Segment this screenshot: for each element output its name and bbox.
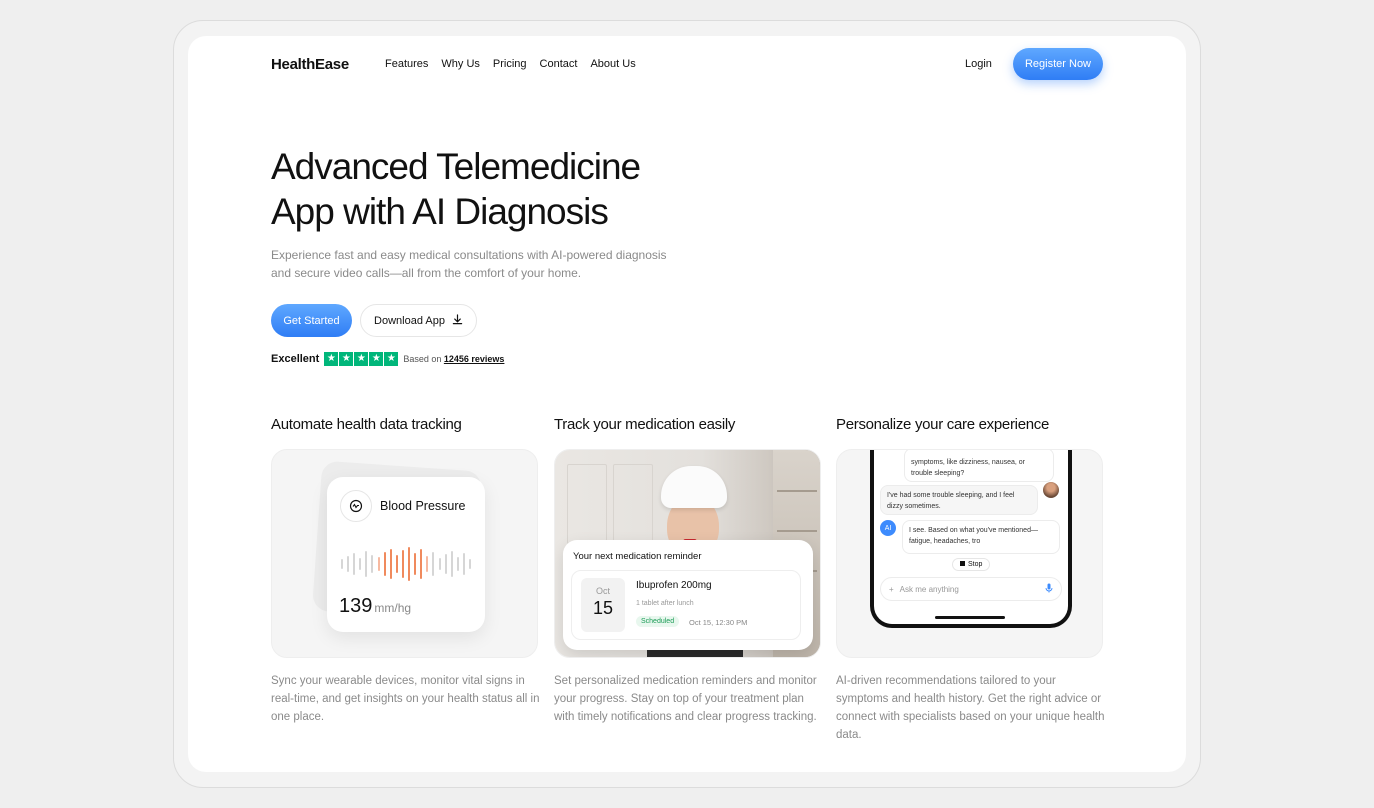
star-icon: ★ <box>324 352 339 366</box>
feature-card-personalize: symptoms, like dizziness, nausea, or tro… <box>836 449 1103 658</box>
logo[interactable]: HealthEase <box>271 56 349 73</box>
nav-link-why-us[interactable]: Why Us <box>441 58 480 70</box>
hero-title: Advanced Telemedicine App with AI Diagno… <box>271 144 831 234</box>
download-app-button[interactable]: Download App <box>360 304 477 337</box>
blood-pressure-reading: 139 mm/hg <box>339 595 411 618</box>
heart-rate-icon <box>340 490 372 522</box>
stop-button[interactable]: Stop <box>952 558 991 571</box>
blood-pressure-widget: Blood Pressure 139 mm/hg <box>327 477 485 632</box>
blood-pressure-unit: mm/hg <box>374 601 412 615</box>
reminder-day: 15 <box>592 598 614 618</box>
download-app-label: Download App <box>374 314 445 327</box>
reviews-text: Based on 12456 reviews <box>403 354 504 364</box>
reminder-date: Oct 15 <box>581 578 625 632</box>
medication-instruction: 1 tablet after lunch <box>636 600 694 607</box>
star-icon: ★ <box>369 352 384 366</box>
feature-title-medication: Track your medication easily <box>554 416 736 433</box>
phone-mockup: symptoms, like dizziness, nausea, or tro… <box>870 450 1072 628</box>
nav-link-about-us[interactable]: About Us <box>590 58 635 70</box>
ai-message-1: symptoms, like dizziness, nausea, or tro… <box>904 450 1054 482</box>
stop-label: Stop <box>968 561 983 568</box>
status-badge: Scheduled <box>636 616 680 627</box>
rating-label: Excellent <box>271 353 320 365</box>
nav-link-contact[interactable]: Contact <box>540 58 578 70</box>
hero-title-line-1: Advanced Telemedicine <box>271 146 641 187</box>
star-icon: ★ <box>339 352 354 366</box>
feature-card-tracking: Blood Pressure 139 mm/hg <box>271 449 538 658</box>
reminder-datetime: Oct 15, 12:30 PM <box>689 618 748 627</box>
chat-input-placeholder: Ask me anything <box>899 584 959 594</box>
rating-stars: ★ ★ ★ ★ ★ <box>324 352 399 366</box>
chat-input[interactable]: + Ask me anything <box>880 577 1062 601</box>
reminder-item[interactable]: Oct 15 Ibuprofen 200mg 1 tablet after lu… <box>571 570 801 640</box>
nav-link-pricing[interactable]: Pricing <box>493 58 527 70</box>
feature-title-personalize: Personalize your care experience <box>836 416 1050 433</box>
ai-message-2: I see. Based on what you've mentioned—fa… <box>902 520 1060 554</box>
reminder-title: Your next medication reminder <box>573 551 702 562</box>
feature-desc-medication: Set personalized medication reminders an… <box>554 675 817 723</box>
medication-name: Ibuprofen 200mg <box>636 580 712 591</box>
avatar <box>1043 482 1059 498</box>
login-link[interactable]: Login <box>965 58 992 70</box>
main-nav: Features Why Us Pricing Contact About Us <box>385 58 636 70</box>
download-icon <box>452 313 463 328</box>
blood-pressure-label: Blood Pressure <box>380 499 466 513</box>
rating-row: Excellent ★ ★ ★ ★ ★ Based on 12456 revie… <box>271 352 504 366</box>
feature-title-tracking: Automate health data tracking <box>271 416 462 433</box>
home-indicator <box>935 616 1005 619</box>
star-icon: ★ <box>384 352 399 366</box>
hero-subtitle: Experience fast and easy medical consult… <box>271 248 667 280</box>
microphone-icon[interactable] <box>1045 583 1053 595</box>
stop-icon <box>960 561 965 566</box>
pulse-waveform <box>341 547 471 581</box>
plus-icon[interactable]: + <box>889 585 894 594</box>
feature-card-medication: Your next medication reminder Oct 15 Ibu… <box>554 449 821 658</box>
blood-pressure-value: 139 <box>339 595 373 617</box>
reminder-month: Oct <box>595 586 610 596</box>
hero-title-line-2: App with AI Diagnosis <box>271 191 609 232</box>
user-message: I've had some trouble sleeping, and I fe… <box>880 485 1038 515</box>
nav-link-features[interactable]: Features <box>385 58 428 70</box>
star-icon: ★ <box>354 352 369 366</box>
nurse-hat <box>661 466 727 508</box>
medication-reminder-card: Your next medication reminder Oct 15 Ibu… <box>563 540 813 650</box>
feature-desc-personalize: AI-driven recommendations tailored to yo… <box>836 675 1105 741</box>
reviews-prefix: Based on <box>403 354 442 364</box>
feature-desc-tracking: Sync your wearable devices, monitor vita… <box>271 675 540 723</box>
register-button[interactable]: Register Now <box>1013 48 1103 80</box>
reviews-link[interactable]: 12456 reviews <box>444 354 505 364</box>
ai-avatar-badge: AI <box>880 520 896 536</box>
get-started-button[interactable]: Get Started <box>271 304 352 337</box>
landing-page: HealthEase Features Why Us Pricing Conta… <box>188 36 1186 772</box>
